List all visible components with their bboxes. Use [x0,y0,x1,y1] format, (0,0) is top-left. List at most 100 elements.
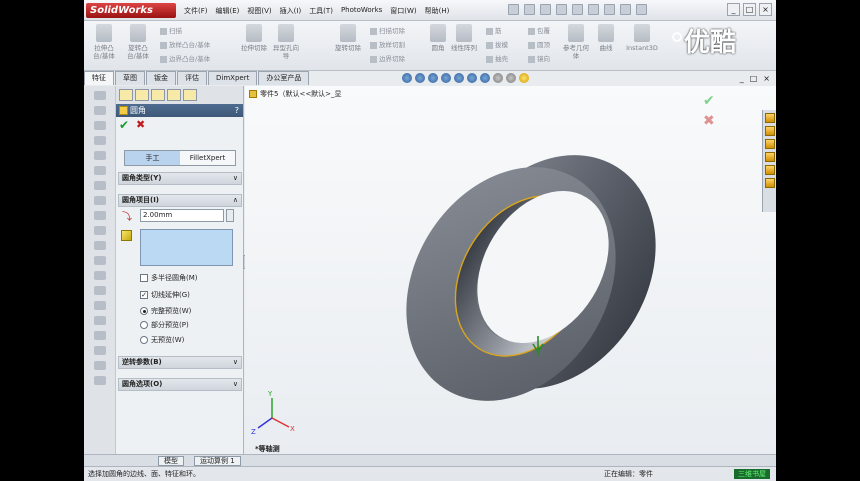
zoom-to-area-icon[interactable] [415,73,425,83]
menu-help[interactable]: 帮助(H) [421,4,454,18]
tab-model[interactable]: 模型 [158,456,184,466]
save-icon[interactable] [540,4,551,15]
tangent-propagation-option[interactable]: ✓ 切线延伸(G) [140,290,190,300]
chevron-down-icon[interactable]: ∨ [233,173,238,184]
solidworks-logo[interactable]: SolidWorks [86,3,176,18]
strip-icon[interactable] [93,136,106,145]
strip-icon[interactable] [93,166,106,175]
chevron-down-icon[interactable]: ∨ [233,379,238,390]
wrap-button[interactable]: 包覆 [528,25,550,35]
configuration-manager-tab-icon[interactable] [151,89,165,101]
strip-icon[interactable] [93,181,106,190]
boundary-boss-button[interactable]: 边界凸台/基体 [160,53,210,63]
strip-icon[interactable] [93,301,106,310]
partial-preview-option[interactable]: 部分预览(P) [140,320,189,330]
tangent-propagation-checkbox[interactable]: ✓ [140,291,148,299]
mirror-button[interactable]: 镜向 [528,53,550,63]
strip-icon[interactable] [93,241,106,250]
linear-pattern-button[interactable]: 线性阵列 [450,24,478,52]
search-icon[interactable] [764,152,775,162]
tab-motion-study[interactable]: 运动算例 1 [194,456,241,466]
file-explorer-icon[interactable] [764,139,775,149]
partial-preview-radio[interactable] [140,321,148,329]
menu-insert[interactable]: 插入(I) [276,4,306,18]
strip-icon[interactable] [93,106,106,115]
display-style-icon[interactable] [467,73,477,83]
appearances-icon[interactable] [764,165,775,175]
close-button[interactable]: × [759,3,772,16]
strip-icon[interactable] [93,331,106,340]
curves-button[interactable]: 曲线 [592,24,620,52]
strip-icon[interactable] [93,226,106,235]
tab-evaluate[interactable]: 评估 [177,71,207,85]
dimxpert-manager-tab-icon[interactable] [167,89,181,101]
apply-scene-icon[interactable] [506,73,516,83]
select-icon[interactable] [588,4,599,15]
custom-properties-icon[interactable] [764,178,775,188]
doc-restore-button[interactable]: □ [750,74,758,83]
multi-radius-checkbox[interactable] [140,274,148,282]
extrude-cut-button[interactable]: 拉伸切除 [240,24,268,52]
section-view-icon[interactable] [441,73,451,83]
section-fillet-items[interactable]: 圆角项目(I) ∧ [118,194,242,207]
tab-sheet-metal[interactable]: 钣金 [146,71,176,85]
boundary-cut-button[interactable]: 边界切除 [370,53,405,63]
maximize-button[interactable]: □ [743,3,756,16]
ring-part[interactable] [364,116,698,440]
extrude-boss-button[interactable]: 拉伸凸台/基体 [90,24,118,60]
cancel-button[interactable]: ✖ [136,118,145,131]
filletxpert-mode-button[interactable]: FilletXpert [180,151,235,165]
edit-appearance-icon[interactable] [493,73,503,83]
property-manager-tab-icon[interactable] [135,89,149,101]
hole-wizard-button[interactable]: 异型孔向导 [272,24,300,60]
manual-mode-button[interactable]: 手工 [125,151,180,165]
rebuild-icon[interactable] [604,4,615,15]
reference-geometry-button[interactable]: 参考几何体 [562,24,590,60]
chevron-down-icon[interactable]: ∨ [233,357,238,368]
feature-manager-tab-icon[interactable] [119,89,133,101]
confirm-ok-icon[interactable]: ✔ [703,94,715,108]
radius-input[interactable]: 2.00mm [140,209,224,222]
graphics-area[interactable]: 零件5（默认<<默认>_显 Y X Z ✔ ✖ *等轴测 [245,86,776,454]
menu-photoworks[interactable]: PhotoWorks [337,4,386,18]
menu-edit[interactable]: 编辑(E) [212,4,244,18]
help-icon[interactable] [636,4,647,15]
lofted-cut-button[interactable]: 放样切割 [370,39,405,49]
resources-icon[interactable] [764,113,775,123]
tab-dimxpert[interactable]: DimXpert [208,71,258,85]
instant3d-button[interactable]: Instant3D [624,24,660,52]
menu-window[interactable]: 窗口(W) [386,4,420,18]
strip-icon[interactable] [93,91,106,100]
strip-icon[interactable] [93,361,106,370]
minimize-button[interactable]: _ [727,3,740,16]
previous-view-icon[interactable] [428,73,438,83]
doc-close-button[interactable]: × [763,74,770,83]
tab-features[interactable]: 特征 [84,71,114,85]
undo-icon[interactable] [572,4,583,15]
strip-icon[interactable] [93,121,106,130]
options-icon[interactable] [620,4,631,15]
hide-show-items-icon[interactable] [480,73,490,83]
fillet-button[interactable]: 圆角 [424,24,452,52]
view-settings-icon[interactable] [519,73,529,83]
strip-icon[interactable] [93,256,106,265]
draft-button[interactable]: 拔模 [486,39,508,49]
swept-cut-button[interactable]: 扫描切除 [370,25,405,35]
strip-icon[interactable] [93,316,106,325]
sweep-button[interactable]: 扫描 [160,25,182,35]
doc-minimize-button[interactable]: _ [740,74,744,83]
loft-button[interactable]: 放样凸台/基体 [160,39,210,49]
menu-tools[interactable]: 工具(T) [305,4,337,18]
tab-office-products[interactable]: 办公室产品 [258,71,310,85]
no-preview-radio[interactable] [140,336,148,344]
design-library-icon[interactable] [764,126,775,136]
no-preview-option[interactable]: 无预览(W) [140,335,184,345]
revolve-cut-button[interactable]: 旋转切除 [334,24,362,52]
menu-view[interactable]: 视图(V) [243,4,275,18]
radius-spinner[interactable] [226,209,234,222]
section-fillet-options[interactable]: 圆角选项(O) ∨ [118,378,242,391]
display-manager-tab-icon[interactable] [183,89,197,101]
print-icon[interactable] [556,4,567,15]
strip-icon[interactable] [93,211,106,220]
chevron-up-icon[interactable]: ∧ [233,195,238,206]
